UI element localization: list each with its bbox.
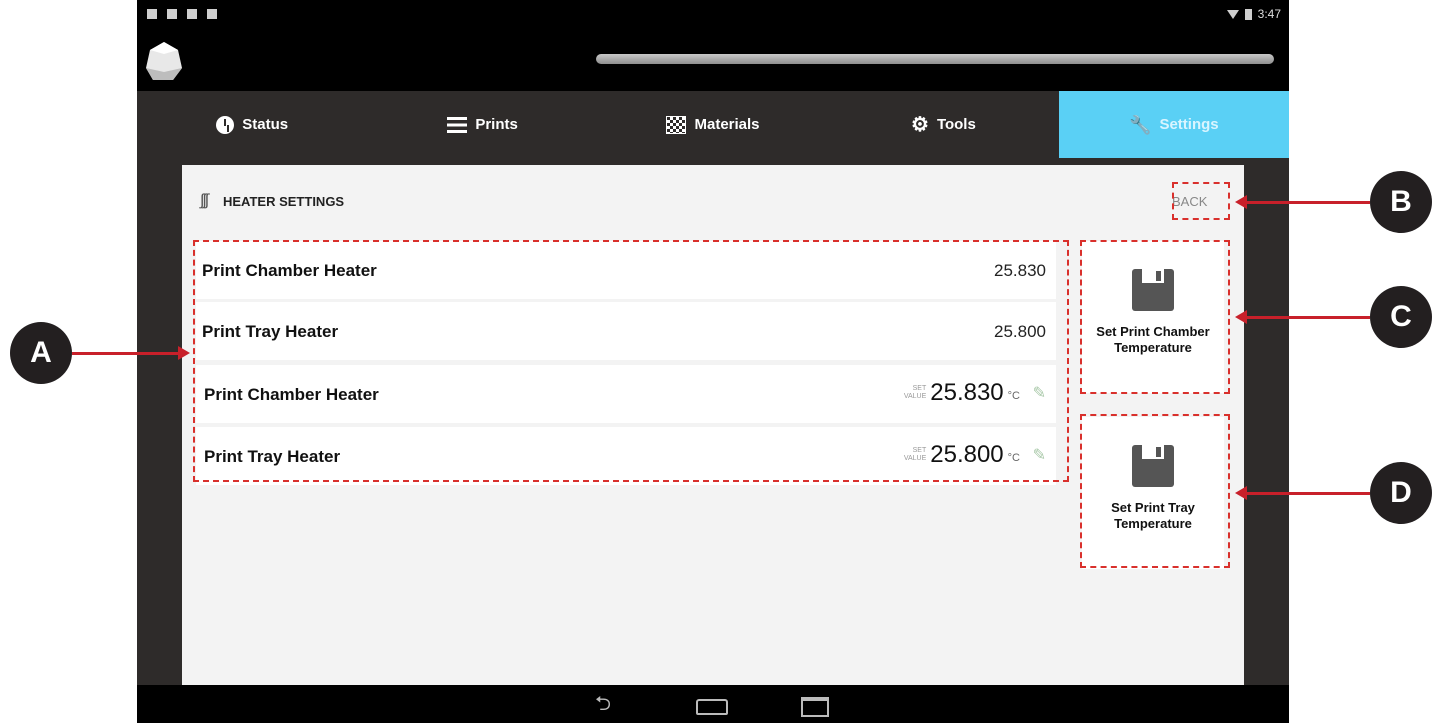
callout-b-region bbox=[1172, 182, 1230, 220]
callout-d-badge: D bbox=[1370, 462, 1432, 524]
notification-icons bbox=[147, 9, 217, 19]
checkerboard-icon bbox=[666, 115, 687, 134]
app-logo bbox=[146, 42, 182, 80]
callout-b-arrow bbox=[1235, 195, 1370, 209]
tab-prints[interactable]: Prints bbox=[367, 91, 597, 158]
callout-d-arrow bbox=[1235, 486, 1370, 500]
callout-a-arrow bbox=[72, 346, 190, 360]
wifi-icon bbox=[1226, 9, 1239, 19]
callout-d-region bbox=[1080, 414, 1230, 568]
tab-status[interactable]: Status bbox=[137, 91, 367, 158]
back-nav-icon[interactable]: ⮌ bbox=[595, 694, 611, 714]
panel-title: HEATER SETTINGS bbox=[223, 194, 345, 209]
tab-settings[interactable]: 🔧 Settings bbox=[1058, 91, 1289, 158]
tab-materials[interactable]: Materials bbox=[598, 91, 828, 158]
recent-apps-icon[interactable] bbox=[801, 697, 829, 717]
list-icon bbox=[447, 116, 468, 133]
callout-c-arrow bbox=[1235, 310, 1370, 324]
callout-b-badge: B bbox=[1370, 171, 1432, 233]
heat-waves-icon: ∫∫∫ bbox=[200, 192, 209, 209]
clock-time: 3:47 bbox=[1257, 7, 1281, 21]
tab-tools[interactable]: ⚙ Tools bbox=[828, 91, 1058, 158]
android-nav-bar: ⮌ bbox=[137, 685, 1289, 723]
wrench-icon: 🔧 bbox=[1129, 114, 1152, 135]
system-status-bar: 3:47 bbox=[137, 0, 1289, 30]
job-progress-bar bbox=[596, 54, 1274, 64]
callout-a-badge: A bbox=[10, 322, 72, 384]
callout-c-region bbox=[1080, 240, 1230, 394]
main-tab-bar: Status Prints Materials ⚙ Tools 🔧 Settin… bbox=[137, 91, 1289, 158]
callout-a-region bbox=[193, 240, 1069, 482]
gear-icon: ⚙ bbox=[911, 113, 929, 136]
callout-c-badge: C bbox=[1370, 286, 1432, 348]
clock-icon bbox=[216, 115, 235, 134]
home-nav-icon[interactable] bbox=[696, 699, 728, 715]
battery-icon bbox=[1244, 8, 1252, 20]
